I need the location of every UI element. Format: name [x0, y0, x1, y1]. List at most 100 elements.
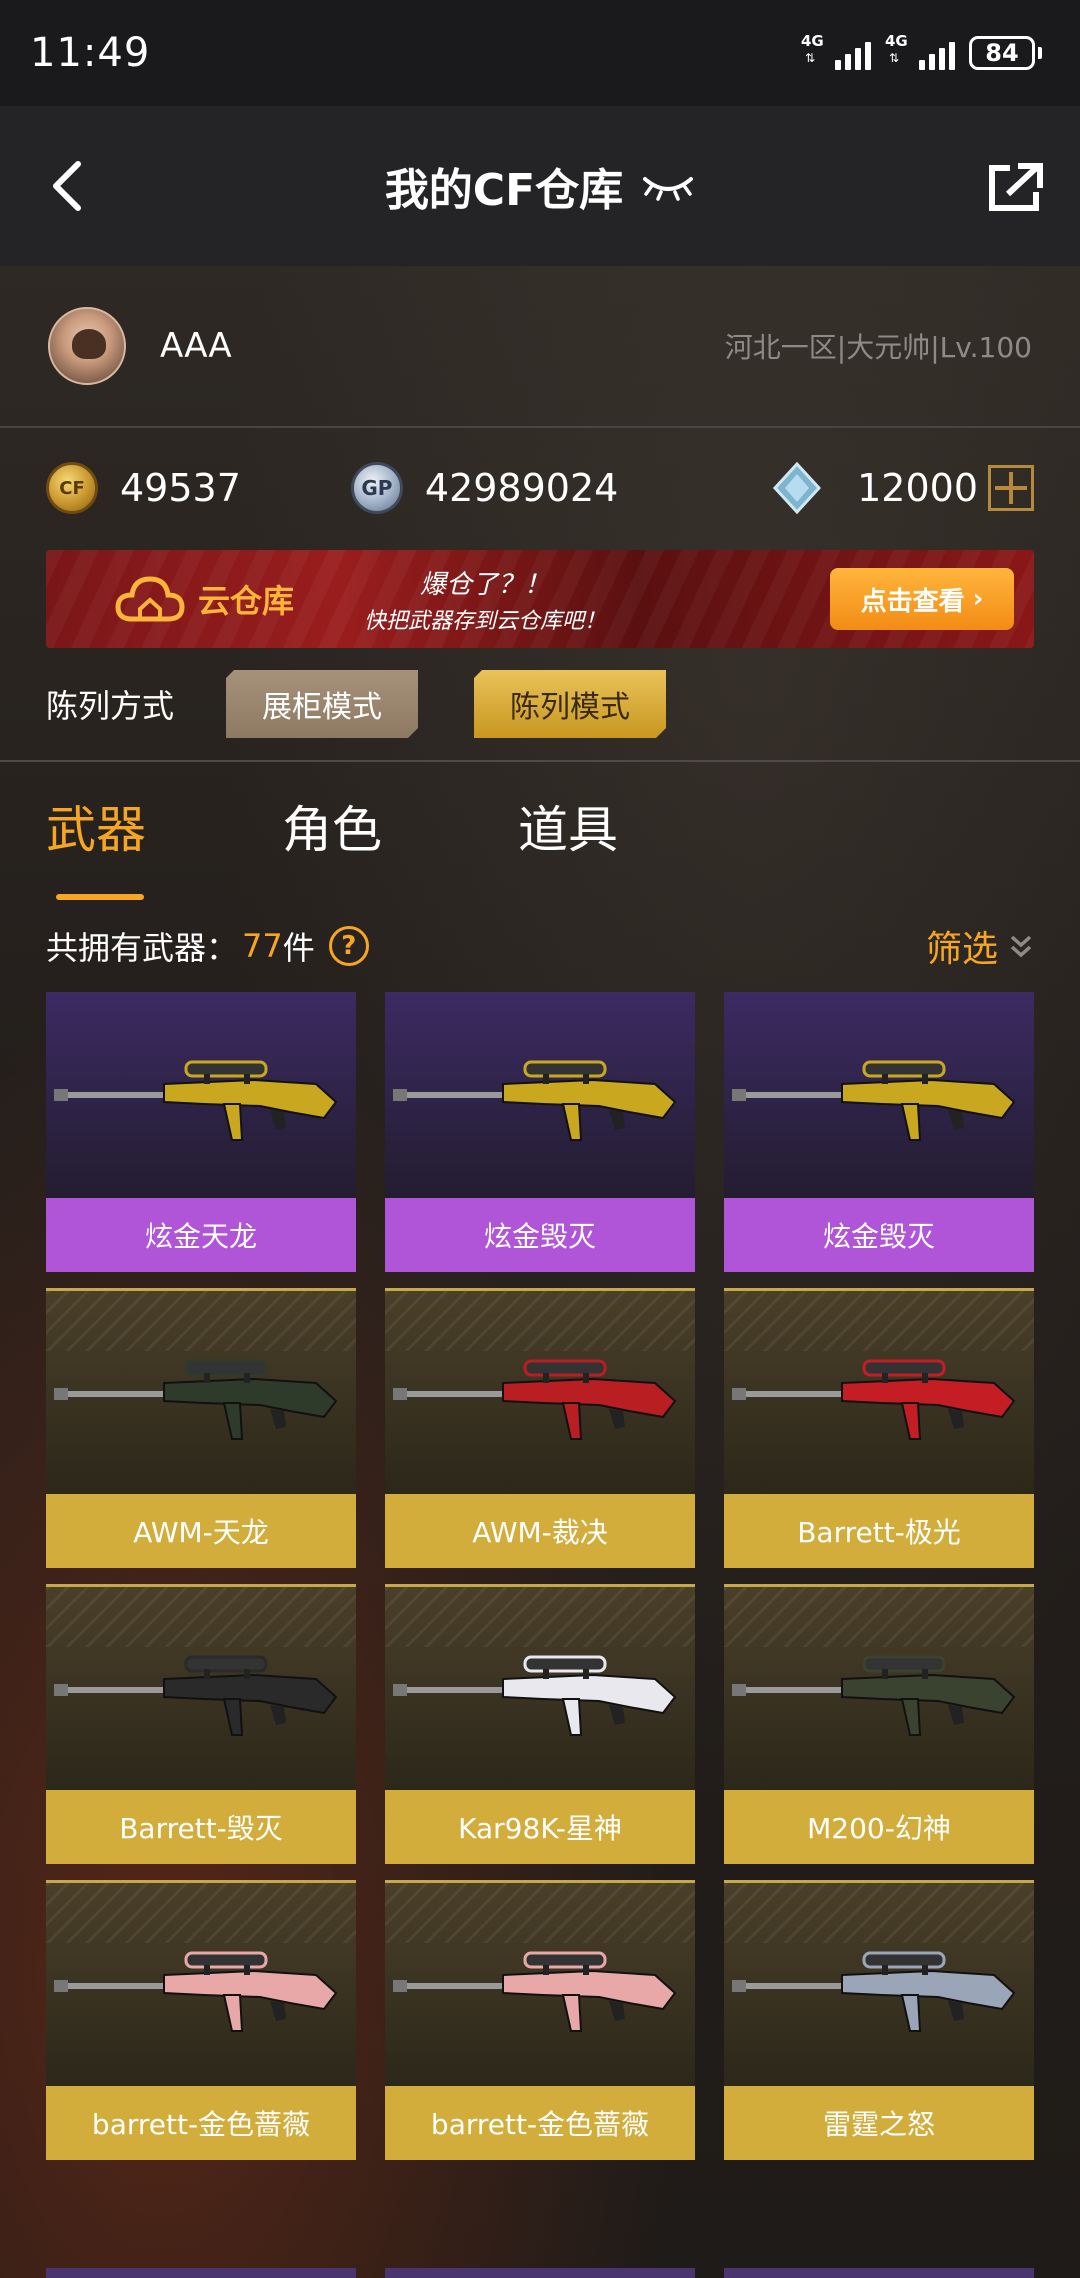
weapon-image [385, 992, 695, 1200]
active-tab-indicator [56, 894, 144, 900]
battery-icon: 84 [969, 36, 1042, 70]
view-button-label: 点击查看 [860, 586, 965, 617]
tab-items[interactable]: 道具 [518, 790, 618, 900]
weapon-image [724, 992, 1034, 1200]
battery-level: 84 [969, 36, 1035, 70]
weapon-card[interactable]: Barrett-毁灭 [46, 1584, 356, 1864]
cf-coin-icon: CF [46, 462, 98, 514]
status-time: 11:49 [30, 30, 151, 76]
signal-icon-2: 4G ⇅ [885, 32, 955, 70]
weapon-card[interactable]: barrett-金色蔷薇 [385, 1880, 695, 2160]
status-bar: 11:49 4G ⇅ 4G ⇅ 84 [0, 0, 1080, 106]
rifle-icon [54, 1359, 338, 1440]
add-diamonds-button[interactable] [988, 465, 1034, 511]
weapon-image [46, 1584, 356, 1792]
cloud-home-icon [115, 576, 185, 622]
rifle-icon [54, 1951, 338, 2032]
rifle-icon [732, 1060, 1016, 1141]
filter-label: 筛选 [925, 929, 998, 970]
weapon-card[interactable]: 炫金天龙 [46, 992, 356, 1272]
weapon-card[interactable]: barrett-金色蔷薇 [46, 1880, 356, 2160]
count-label: 共拥有武器： [46, 929, 239, 967]
cabinet-mode-button[interactable]: 展柜模式 [226, 670, 418, 738]
weapon-grid: 炫金天龙 炫金毁灭 炫金毁灭 AWM-天龙 AWM-裁决 Barrett-极光 Barret… [46, 992, 1034, 2160]
weapon-name: M200-幻神 [724, 1790, 1034, 1864]
weapon-count: 77 [242, 927, 283, 965]
rifle-icon [732, 1951, 1016, 2032]
weapon-name: 炫金毁灭 [724, 1198, 1034, 1272]
view-button[interactable]: 点击查看 › [830, 568, 1014, 630]
banner-title: 云仓库 [198, 582, 295, 620]
network-type-2: 4G [885, 32, 908, 50]
avatar[interactable] [48, 307, 126, 385]
weapon-image [46, 1288, 356, 1496]
user-row: AAA 河北一区|大元帅|Lv.100 [0, 266, 1080, 428]
weapon-image [46, 1880, 356, 2088]
weapon-image [46, 992, 356, 1200]
tab-characters-label: 角色 [282, 801, 382, 859]
cloud-warehouse-banner[interactable]: 云仓库 爆仓了？！ 快把武器存到云仓库吧！ 点击查看 › [46, 550, 1034, 648]
weapon-name: AWM-裁决 [385, 1494, 695, 1568]
chevron-right-icon: › [972, 584, 984, 614]
username: AAA [160, 326, 232, 366]
signal-icon: 4G ⇅ [801, 32, 871, 70]
rifle-icon [393, 1655, 677, 1736]
next-row-peek [46, 2268, 1034, 2278]
weapon-name: barrett-金色蔷薇 [46, 2086, 356, 2160]
tab-items-label: 道具 [518, 801, 618, 859]
header: 我的CF仓库 [0, 106, 1080, 266]
weapon-name: AWM-天龙 [46, 1494, 356, 1568]
divider [0, 760, 1080, 762]
weapon-card[interactable]: AWM-天龙 [46, 1288, 356, 1568]
tab-characters[interactable]: 角色 [282, 790, 382, 900]
list-mode-button[interactable]: 陈列模式 [474, 670, 666, 738]
gp-points: GP 42989024 [350, 462, 618, 514]
inventory-count-row: 共拥有武器： 77 件 ? 筛选 [46, 916, 1034, 976]
weapon-card[interactable]: Kar98K-星神 [385, 1584, 695, 1864]
display-mode-label: 陈列方式 [46, 687, 175, 725]
cf-points: CF 49537 [46, 462, 241, 514]
back-icon[interactable] [40, 156, 100, 216]
weapon-image [385, 1584, 695, 1792]
weapon-card[interactable]: Barrett-极光 [724, 1288, 1034, 1568]
rifle-icon [732, 1655, 1016, 1736]
weapon-card[interactable]: 炫金毁灭 [724, 992, 1034, 1272]
page-title: 我的CF仓库 [384, 165, 624, 216]
rifle-icon [393, 1060, 677, 1141]
diamonds: 12000 [771, 462, 1034, 514]
tab-weapons[interactable]: 武器 [46, 790, 146, 900]
display-mode-row: 陈列方式 展柜模式 陈列模式 [0, 668, 1080, 740]
weapon-name: 雷霆之怒 [724, 2086, 1034, 2160]
eye-closed-icon[interactable] [641, 171, 695, 201]
network-type: 4G [801, 32, 824, 50]
help-icon[interactable]: ? [328, 926, 369, 966]
gp-coin-icon: GP [350, 462, 403, 514]
weapon-card[interactable]: M200-幻神 [724, 1584, 1034, 1864]
rifle-icon [732, 1359, 1016, 1440]
weapon-image [724, 1288, 1034, 1496]
category-tabs: 武器 角色 道具 [46, 790, 754, 900]
weapon-card[interactable]: 雷霆之怒 [724, 1880, 1034, 2160]
cf-points-value: 49537 [120, 466, 241, 510]
weapon-name: 炫金天龙 [46, 1198, 356, 1272]
weapon-name: Kar98K-星神 [385, 1790, 695, 1864]
weapon-name: 炫金毁灭 [385, 1198, 695, 1272]
weapon-image [385, 1880, 695, 2088]
weapon-name: Barrett-毁灭 [46, 1790, 356, 1864]
weapon-image [724, 1584, 1034, 1792]
weapon-image [724, 1880, 1034, 2088]
weapon-card[interactable]: 炫金毁灭 [385, 992, 695, 1272]
filter-button[interactable]: 筛选 [926, 920, 1034, 972]
diamond-value: 12000 [857, 466, 978, 510]
weapon-name: barrett-金色蔷薇 [385, 2086, 695, 2160]
status-indicators: 4G ⇅ 4G ⇅ 84 [801, 32, 1042, 70]
weapon-name: Barrett-极光 [724, 1494, 1034, 1568]
share-icon[interactable] [988, 162, 1044, 212]
rifle-icon [393, 1359, 677, 1440]
count-unit: 件 [282, 929, 315, 967]
rifle-icon [54, 1060, 338, 1141]
weapon-card[interactable]: AWM-裁决 [385, 1288, 695, 1568]
banner-line1: 爆仓了？！ [420, 569, 551, 600]
rifle-icon [393, 1951, 677, 2032]
currency-row: CF 49537 GP 42989024 12000 [0, 430, 1080, 546]
